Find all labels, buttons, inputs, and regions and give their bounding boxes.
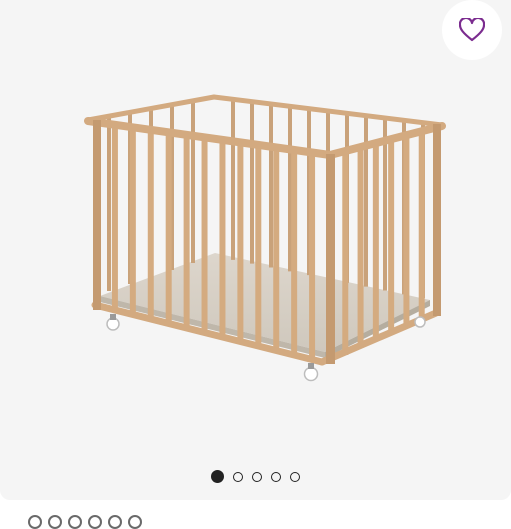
carousel-dot-5[interactable] <box>290 471 300 482</box>
carousel-dot-2[interactable] <box>233 471 243 482</box>
content-below-fold <box>28 515 142 529</box>
carousel-dot-4[interactable] <box>271 471 281 482</box>
carousel-dot-3[interactable] <box>252 471 262 482</box>
product-gallery[interactable] <box>0 0 511 500</box>
carousel-pagination <box>0 470 511 483</box>
product-image-playpen <box>84 94 446 382</box>
heart-outline-icon <box>459 18 485 42</box>
favorite-button[interactable] <box>442 0 502 60</box>
carousel-dot-1[interactable] <box>211 470 224 483</box>
